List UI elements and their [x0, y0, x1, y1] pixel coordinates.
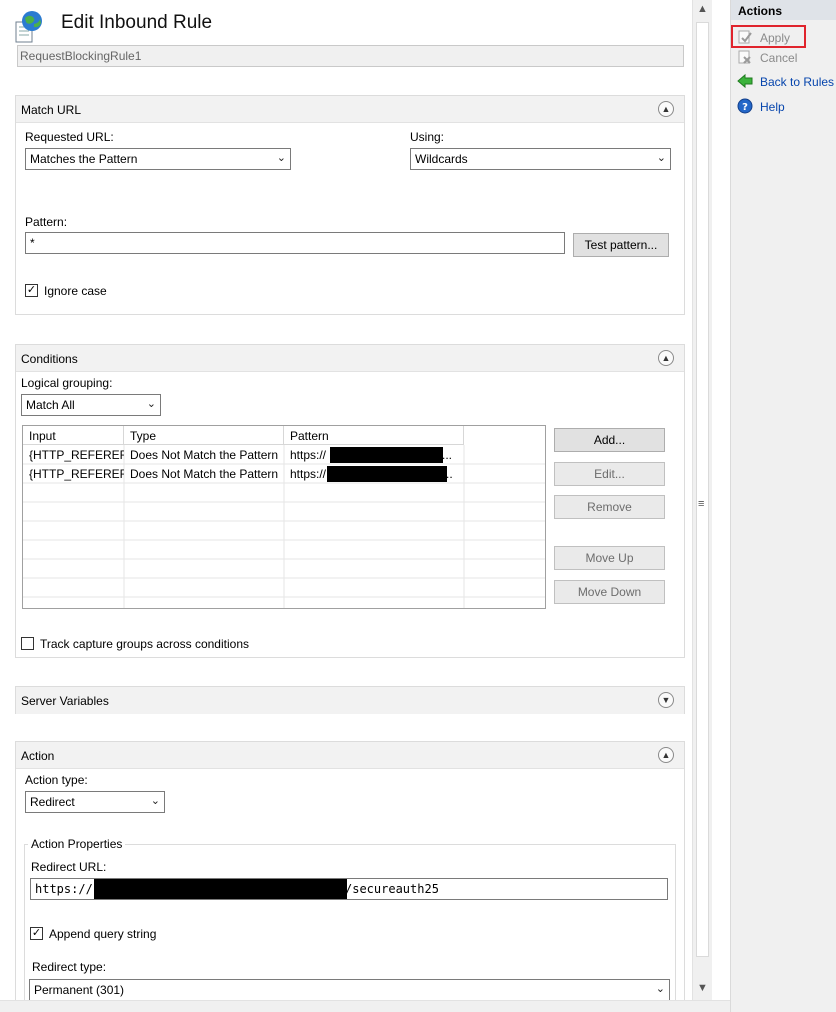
chevron-down-icon: ⌄	[150, 795, 160, 807]
actions-title: Actions	[731, 0, 836, 20]
append-query-string-checkbox[interactable]: ✓	[30, 927, 43, 940]
main-panel: Edit Inbound Rule RequestBlockingRule1 M…	[0, 0, 712, 1000]
using-value: Wildcards	[415, 152, 468, 166]
cancel-icon	[737, 49, 753, 65]
help-label: Help	[760, 100, 785, 114]
remove-condition-button[interactable]: Remove	[554, 495, 665, 519]
scroll-up-arrow-icon[interactable]: ▲	[697, 3, 708, 15]
action-properties-title: Action Properties	[28, 837, 126, 851]
redirect-type-select[interactable]: Permanent (301) ⌄	[29, 979, 670, 1000]
chevron-down-icon: ⌄	[146, 398, 156, 410]
back-to-rules-label: Back to Rules	[760, 75, 835, 89]
test-pattern-button[interactable]: Test pattern...	[573, 233, 669, 257]
chevron-up-icon[interactable]: ▲	[658, 747, 674, 763]
move-up-button[interactable]: Move Up	[554, 546, 665, 570]
cell-pattern-suffix: ..	[446, 467, 453, 481]
action-type-label: Action type:	[25, 773, 88, 787]
page-title: Edit Inbound Rule	[61, 12, 213, 33]
requested-url-label: Requested URL:	[25, 130, 114, 144]
cancel-label: Cancel	[760, 51, 798, 65]
redirect-url-label: Redirect URL:	[31, 860, 107, 874]
help-action[interactable]: ? Help	[735, 98, 831, 116]
ignore-case-checkbox[interactable]: ✓	[25, 284, 38, 297]
chevron-down-icon: ⌄	[655, 983, 665, 995]
conditions-header[interactable]: Conditions ▲	[16, 345, 684, 372]
server-variables-section: Server Variables ▼	[15, 686, 685, 714]
using-select[interactable]: Wildcards ⌄	[410, 148, 671, 170]
pattern-label: Pattern:	[25, 215, 68, 229]
redirect-url-suffix: /secureauth25	[345, 882, 439, 896]
track-capture-groups-label: Track capture groups across conditions	[40, 637, 249, 651]
scrollbar-thumb[interactable]	[696, 22, 709, 957]
server-variables-header[interactable]: Server Variables ▼	[16, 687, 684, 714]
cell-input: {HTTP_REFERER}	[29, 467, 124, 481]
track-capture-groups-checkbox[interactable]	[21, 637, 34, 650]
redacted-block	[327, 466, 447, 482]
help-icon: ?	[737, 98, 753, 114]
cell-input: {HTTP_REFERER}	[29, 448, 124, 462]
chevron-down-icon: ⌄	[656, 152, 666, 164]
requested-url-select[interactable]: Matches the Pattern ⌄	[25, 148, 291, 170]
using-label: Using:	[410, 130, 445, 144]
redirect-url-prefix: https://	[35, 882, 93, 896]
match-url-section: Match URL ▲	[15, 95, 685, 315]
horizontal-scrollbar[interactable]	[0, 1000, 730, 1012]
section-title: Conditions	[21, 352, 78, 366]
back-arrow-icon	[737, 73, 753, 89]
section-title: Action	[21, 749, 55, 763]
scroll-grip-icon: ≡	[698, 498, 705, 510]
redirect-type-value: Permanent (301)	[34, 983, 125, 997]
svg-text:?: ?	[742, 102, 748, 113]
globe-document-icon	[14, 10, 44, 44]
actions-pane: Actions Apply Cancel Back to Rules ? Hel…	[730, 0, 836, 1012]
requested-url-value: Matches the Pattern	[30, 152, 138, 166]
scroll-down-arrow-icon[interactable]: ▼	[697, 982, 708, 994]
cancel-action[interactable]: Cancel	[735, 49, 831, 67]
pattern-input[interactable]: *	[25, 232, 565, 254]
logical-grouping-value: Match All	[26, 398, 75, 412]
action-header[interactable]: Action ▲	[16, 742, 684, 769]
conditions-table[interactable]: Input Type Pattern {HTTP_REFERER} Does N…	[22, 425, 546, 609]
move-down-button[interactable]: Move Down	[554, 580, 665, 604]
redacted-block	[330, 447, 443, 463]
section-title: Server Variables	[21, 694, 109, 708]
back-to-rules-action[interactable]: Back to Rules	[735, 73, 836, 91]
redacted-block	[94, 879, 347, 899]
action-properties-group	[24, 844, 676, 1000]
apply-action[interactable]: Apply	[735, 29, 831, 47]
edit-condition-button[interactable]: Edit...	[554, 462, 665, 486]
rule-name-field[interactable]: RequestBlockingRule1	[17, 45, 684, 67]
add-condition-button[interactable]: Add...	[554, 428, 665, 452]
redirect-type-label: Redirect type:	[32, 960, 107, 974]
vertical-scrollbar[interactable]: ▲ ≡ ▼	[692, 0, 712, 1000]
cell-type: Does Not Match the Pattern	[130, 448, 279, 462]
chevron-up-icon[interactable]: ▲	[658, 350, 674, 366]
action-type-select[interactable]: Redirect ⌄	[25, 791, 165, 813]
cell-type: Does Not Match the Pattern	[130, 467, 279, 481]
chevron-up-icon[interactable]: ▲	[658, 101, 674, 117]
match-url-header[interactable]: Match URL ▲	[16, 96, 684, 123]
chevron-down-icon: ⌄	[276, 152, 286, 164]
chevron-down-icon[interactable]: ▼	[658, 692, 674, 708]
apply-label: Apply	[760, 31, 791, 45]
logical-grouping-label: Logical grouping:	[21, 376, 113, 390]
append-query-string-label: Append query string	[49, 927, 157, 941]
cell-pattern-suffix: ...	[442, 448, 453, 462]
section-title: Match URL	[21, 103, 82, 117]
logical-grouping-select[interactable]: Match All ⌄	[21, 394, 161, 416]
ignore-case-label: Ignore case	[44, 284, 107, 298]
action-type-value: Redirect	[30, 795, 75, 809]
apply-icon	[737, 29, 753, 45]
